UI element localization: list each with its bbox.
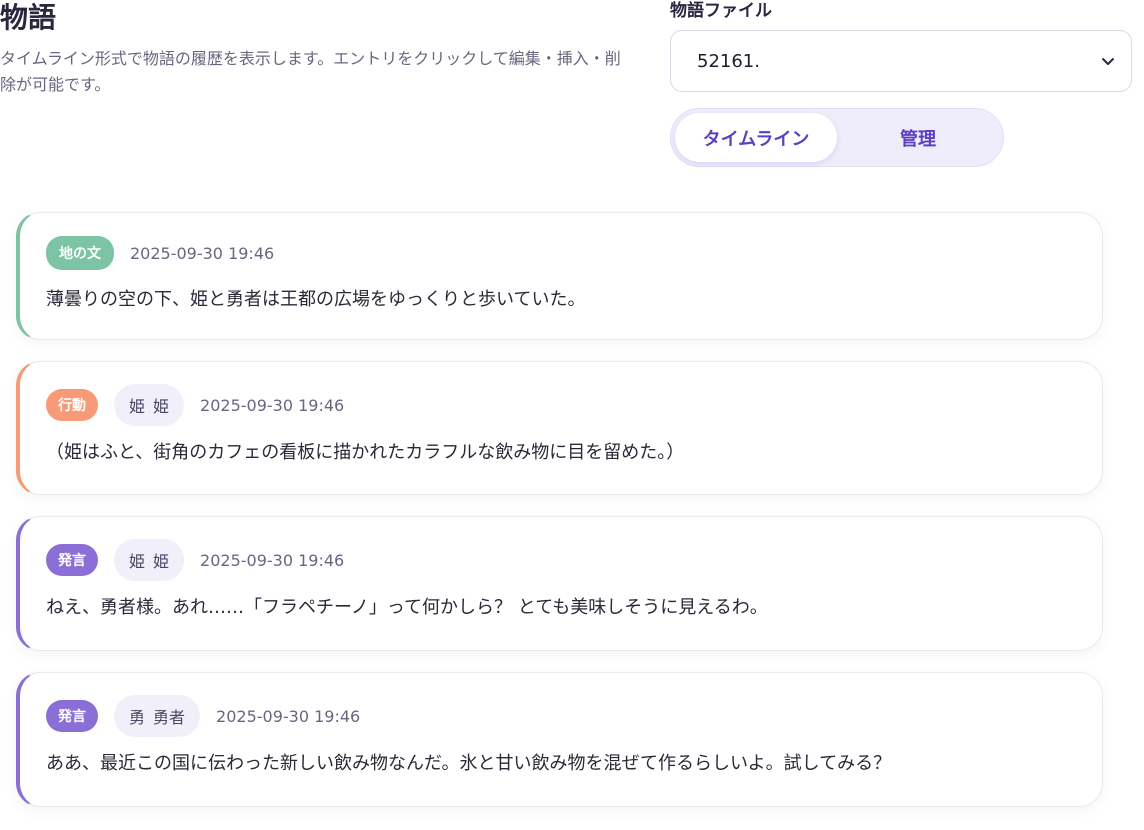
entry-timestamp: 2025-09-30 19:46 bbox=[130, 243, 275, 263]
story-file-selected-value: 52161. bbox=[697, 50, 760, 72]
timeline-entry[interactable]: 行動 姫 姫 2025-09-30 19:46 （姫はふと、街角のカフェの看板に… bbox=[16, 361, 1103, 495]
entry-text: （姫はふと、街角のカフェの看板に描かれたカラフルな飲み物に目を留めた。） bbox=[46, 442, 685, 463]
entry-meta: 行動 姫 姫 2025-09-30 19:46 bbox=[46, 384, 1076, 426]
page-description: タイムライン形式で物語の履歴を表示します。エントリをクリックして編集・挿入・削除… bbox=[0, 49, 621, 94]
speaker-name: 姫 bbox=[153, 397, 170, 416]
entry-timestamp: 2025-09-30 19:46 bbox=[200, 550, 345, 570]
speaker-name: 勇者 bbox=[153, 708, 186, 727]
page-title: 物語 bbox=[0, 1, 57, 34]
entry-text: 薄曇りの空の下、姫と勇者は王都の広場をゆっくりと歩いていた。 bbox=[46, 289, 586, 310]
story-file-select[interactable]: 52161. bbox=[670, 30, 1132, 92]
view-toggle: タイムライン 管理 bbox=[670, 108, 1004, 167]
speaker-name: 姫 bbox=[153, 552, 170, 571]
entry-type-badge: 発言 bbox=[46, 700, 98, 732]
entry-type-badge: 発言 bbox=[46, 544, 98, 576]
tab-manage[interactable]: 管理 bbox=[837, 113, 999, 162]
speaker-avatar-initial: 姫 bbox=[129, 552, 146, 571]
timeline-entry[interactable]: 発言 姫 姫 2025-09-30 19:46 ねえ、勇者様。あれ……「フラペチ… bbox=[16, 516, 1103, 651]
entry-type-badge: 地の文 bbox=[46, 236, 114, 270]
timeline-entry[interactable]: 発言 勇 勇者 2025-09-30 19:46 ああ、最近この国に伝わった新し… bbox=[16, 672, 1103, 807]
story-file-label: 物語ファイル bbox=[670, 1, 772, 21]
chevron-down-icon bbox=[1102, 58, 1114, 65]
speaker-chip: 姫 姫 bbox=[114, 539, 185, 581]
speaker-chip: 勇 勇者 bbox=[114, 695, 201, 737]
speaker-chip: 姫 姫 bbox=[114, 384, 185, 426]
entry-meta: 地の文 2025-09-30 19:46 bbox=[46, 235, 1076, 271]
entry-text: ああ、最近この国に伝わった新しい飲み物なんだ。氷と甘い飲み物を混ぜて作るらしいよ… bbox=[46, 753, 892, 774]
entry-meta: 発言 勇 勇者 2025-09-30 19:46 bbox=[46, 695, 1076, 737]
timeline-list: 地の文 2025-09-30 19:46 薄曇りの空の下、姫と勇者は王都の広場を… bbox=[16, 212, 1103, 828]
entry-type-badge: 行動 bbox=[46, 389, 98, 421]
tab-timeline[interactable]: タイムライン bbox=[675, 113, 837, 162]
entry-text: ねえ、勇者様。あれ……「フラペチーノ」って何かしら？ とても美味しそうに見えるわ… bbox=[46, 597, 768, 618]
story-page: 物語 タイムライン形式で物語の履歴を表示します。エントリをクリックして編集・挿入… bbox=[0, 0, 1144, 830]
entry-timestamp: 2025-09-30 19:46 bbox=[216, 706, 361, 726]
speaker-avatar-initial: 勇 bbox=[129, 708, 146, 727]
entry-meta: 発言 姫 姫 2025-09-30 19:46 bbox=[46, 539, 1076, 581]
entry-timestamp: 2025-09-30 19:46 bbox=[200, 395, 345, 415]
speaker-avatar-initial: 姫 bbox=[129, 397, 146, 416]
timeline-entry[interactable]: 地の文 2025-09-30 19:46 薄曇りの空の下、姫と勇者は王都の広場を… bbox=[16, 212, 1103, 340]
